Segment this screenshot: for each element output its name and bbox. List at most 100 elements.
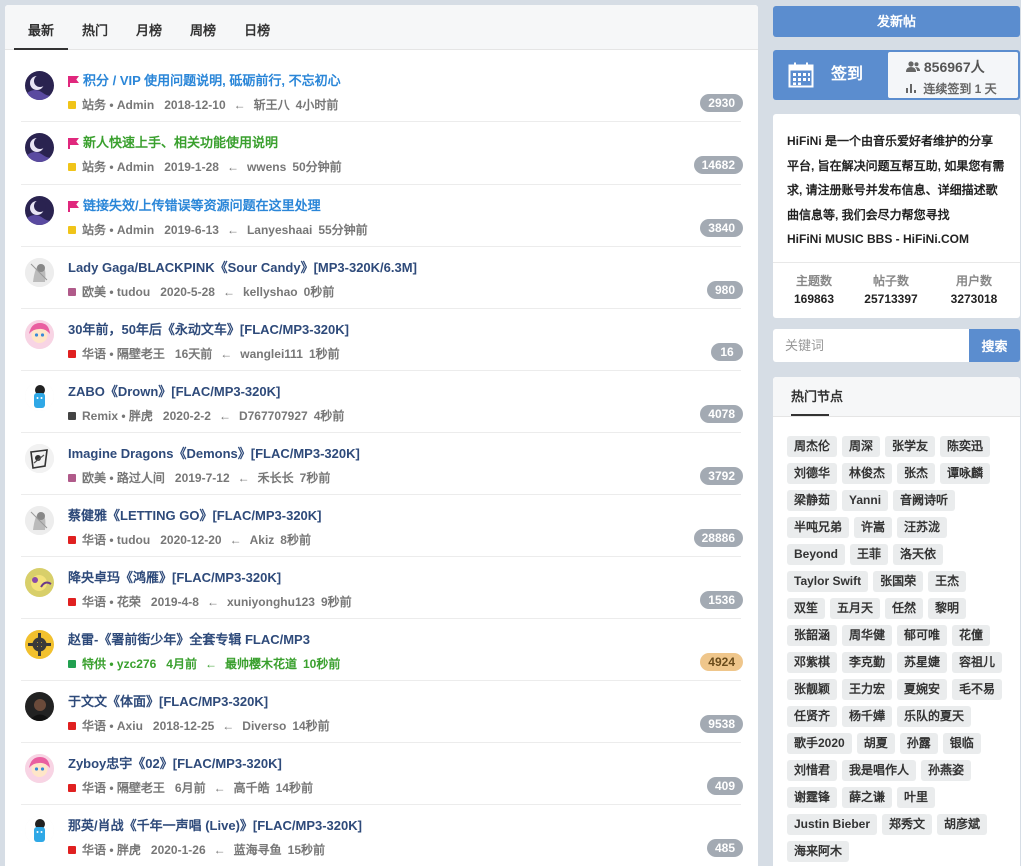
thread-title-text[interactable]: 赵雷-《署前街少年》全套专辑 FLAC/MP3: [68, 632, 310, 647]
node-tag[interactable]: 李克勤: [842, 652, 893, 673]
node-tag[interactable]: 汪苏泷: [897, 517, 948, 538]
node-tag[interactable]: 郁可唯: [897, 625, 948, 646]
tab-latest[interactable]: 最新: [14, 5, 69, 50]
last-reply-user[interactable]: 斩王八: [254, 98, 290, 112]
thread-row[interactable]: 30年前，50年后《永动文车》[FLAC/MP3-320K] 华语 • 隔壁老王 1…: [21, 309, 743, 371]
thread-row[interactable]: 积分 / VIP 使用问题说明, 砥砺前行, 不忘初心 站务 • Admin 201…: [21, 60, 743, 122]
user-avatar[interactable]: [25, 196, 54, 225]
thread-title-text[interactable]: 新人快速上手、相关功能使用说明: [83, 135, 278, 150]
node-tag[interactable]: 王力宏: [842, 679, 893, 700]
search-input[interactable]: [773, 329, 969, 362]
node-tag[interactable]: Beyond: [787, 544, 846, 565]
category-label[interactable]: 站务: [82, 223, 106, 237]
node-tag[interactable]: 林俊杰: [842, 463, 893, 484]
thread-row[interactable]: 新人快速上手、相关功能使用说明 站务 • Admin 2019-1-28 ← wwens…: [21, 122, 743, 185]
node-tag[interactable]: 王杰: [928, 571, 967, 592]
category-label[interactable]: 站务: [82, 160, 106, 174]
author-name[interactable]: Admin: [117, 223, 154, 237]
last-reply-user[interactable]: kellyshao: [243, 285, 298, 299]
thread-row[interactable]: 赵雷-《署前街少年》全套专辑 FLAC/MP3 特供 • yzc276 4月前 ← 最帅…: [21, 619, 743, 681]
node-tag[interactable]: 乐队的夏天: [897, 706, 972, 727]
thread-row[interactable]: 降央卓玛《鸿雁》[FLAC/MP3-320K] 华语 • 花荣 2019-4-8 ← x…: [21, 557, 743, 619]
node-tag[interactable]: 张靓颖: [787, 679, 838, 700]
user-avatar[interactable]: [25, 71, 54, 100]
author-name[interactable]: Axiu: [117, 719, 143, 733]
node-tag[interactable]: 张国荣: [873, 571, 924, 592]
author-name[interactable]: tudou: [117, 285, 150, 299]
thread-title[interactable]: 新人快速上手、相关功能使用说明: [68, 132, 278, 151]
node-tag[interactable]: 我是唱作人: [842, 760, 917, 781]
author-name[interactable]: yzc276: [117, 657, 156, 671]
node-tag[interactable]: 张韶涵: [787, 625, 838, 646]
thread-title[interactable]: 蔡健雅《LETTING GO》[FLAC/MP3-320K]: [68, 505, 322, 524]
node-tag[interactable]: 洛天依: [893, 544, 944, 565]
thread-row[interactable]: 蔡健雅《LETTING GO》[FLAC/MP3-320K] 华语 • tudou…: [21, 495, 743, 557]
node-tag[interactable]: Taylor Swift: [787, 571, 869, 592]
node-tag[interactable]: 海来阿木: [787, 841, 850, 862]
thread-row[interactable]: ZABO《Drown》[FLAC/MP3-320K] Remix • 胖虎 2020…: [21, 371, 743, 433]
author-name[interactable]: 隔壁老王: [117, 781, 165, 795]
node-tag[interactable]: 杨千嬅: [842, 706, 893, 727]
node-tag[interactable]: 周华健: [842, 625, 893, 646]
author-name[interactable]: tudou: [117, 533, 150, 547]
node-tag[interactable]: 孙燕姿: [921, 760, 972, 781]
thread-title[interactable]: 于文文《体面》[FLAC/MP3-320K]: [68, 691, 268, 710]
last-reply-user[interactable]: Lanyeshaai: [247, 223, 312, 237]
node-tag[interactable]: 梁静茹: [787, 490, 838, 511]
node-tag[interactable]: 邓紫棋: [787, 652, 838, 673]
thread-title-text[interactable]: 积分 / VIP 使用问题说明, 砥砺前行, 不忘初心: [83, 73, 341, 88]
user-avatar[interactable]: [25, 692, 54, 721]
thread-title[interactable]: 降央卓玛《鸿雁》[FLAC/MP3-320K]: [68, 567, 281, 586]
thread-title-text[interactable]: 那英/肖战《千年一声唱 (Live)》[FLAC/MP3-320K]: [68, 818, 362, 833]
tab-daily[interactable]: 日榜: [230, 5, 284, 50]
node-tag[interactable]: 歌手2020: [787, 733, 852, 754]
thread-title-text[interactable]: ZABO《Drown》[FLAC/MP3-320K]: [68, 384, 280, 399]
node-tag[interactable]: 半吨兄弟: [787, 517, 850, 538]
user-avatar[interactable]: [25, 630, 54, 659]
thread-title[interactable]: 链接失效/上传错误等资源问题在这里处理: [68, 195, 321, 214]
thread-title[interactable]: Imagine Dragons《Demons》[FLAC/MP3-320K]: [68, 443, 360, 462]
thread-title-text[interactable]: Zyboy忠宇《02》[FLAC/MP3-320K]: [68, 756, 282, 771]
node-tag[interactable]: 音阙诗听: [893, 490, 956, 511]
node-tag[interactable]: 任然: [885, 598, 924, 619]
last-reply-user[interactable]: 蓝海寻鱼: [234, 843, 282, 857]
last-reply-user[interactable]: wanglei111: [240, 347, 303, 361]
node-tag[interactable]: 孙露: [899, 733, 938, 754]
thread-title[interactable]: 那英/肖战《千年一声唱 (Live)》[FLAC/MP3-320K]: [68, 815, 362, 834]
author-name[interactable]: Admin: [117, 160, 154, 174]
category-label[interactable]: 华语: [82, 347, 106, 361]
node-tag[interactable]: 银临: [942, 733, 981, 754]
author-name[interactable]: Admin: [117, 98, 154, 112]
tab-monthly[interactable]: 月榜: [122, 5, 176, 50]
last-reply-user[interactable]: wwens: [247, 160, 286, 174]
tab-weekly[interactable]: 周榜: [176, 5, 230, 50]
last-reply-user[interactable]: 最帅樱木花道: [225, 657, 297, 671]
node-tag[interactable]: 胡夏: [856, 733, 895, 754]
node-tag[interactable]: 胡彦斌: [937, 814, 988, 835]
thread-row[interactable]: Lady Gaga/BLACKPINK《Sour Candy》[MP3-320K…: [21, 247, 743, 309]
node-tag[interactable]: 容祖儿: [952, 652, 1003, 673]
category-label[interactable]: 华语: [82, 595, 106, 609]
node-tag[interactable]: 陈奕迅: [940, 436, 991, 457]
category-label[interactable]: 欧美: [82, 285, 106, 299]
thread-title-text[interactable]: Lady Gaga/BLACKPINK《Sour Candy》[MP3-320K…: [68, 260, 417, 275]
thread-title[interactable]: 赵雷-《署前街少年》全套专辑 FLAC/MP3: [68, 629, 310, 648]
thread-title-text[interactable]: Imagine Dragons《Demons》[FLAC/MP3-320K]: [68, 446, 360, 461]
category-label[interactable]: 华语: [82, 781, 106, 795]
thread-row[interactable]: Zyboy忠宇《02》[FLAC/MP3-320K] 华语 • 隔壁老王 6月前 ← 高…: [21, 743, 743, 805]
author-name[interactable]: 胖虎: [117, 843, 141, 857]
thread-row[interactable]: 于文文《体面》[FLAC/MP3-320K] 华语 • Axiu 2018-12-2…: [21, 681, 743, 743]
category-label[interactable]: 欧美: [82, 471, 106, 485]
node-tag[interactable]: 叶里: [897, 787, 936, 808]
last-reply-user[interactable]: 高千皓: [234, 781, 270, 795]
category-label[interactable]: Remix: [82, 409, 118, 423]
node-tag[interactable]: 张杰: [897, 463, 936, 484]
category-label[interactable]: 特供: [82, 657, 106, 671]
thread-title[interactable]: Lady Gaga/BLACKPINK《Sour Candy》[MP3-320K…: [68, 257, 417, 276]
tab-hot[interactable]: 热门: [68, 5, 122, 50]
user-avatar[interactable]: [25, 506, 54, 535]
last-reply-user[interactable]: xuniyonghu123: [227, 595, 315, 609]
node-tag[interactable]: Yanni: [842, 490, 889, 511]
category-label[interactable]: 华语: [82, 843, 106, 857]
author-name[interactable]: 路过人间: [117, 471, 165, 485]
